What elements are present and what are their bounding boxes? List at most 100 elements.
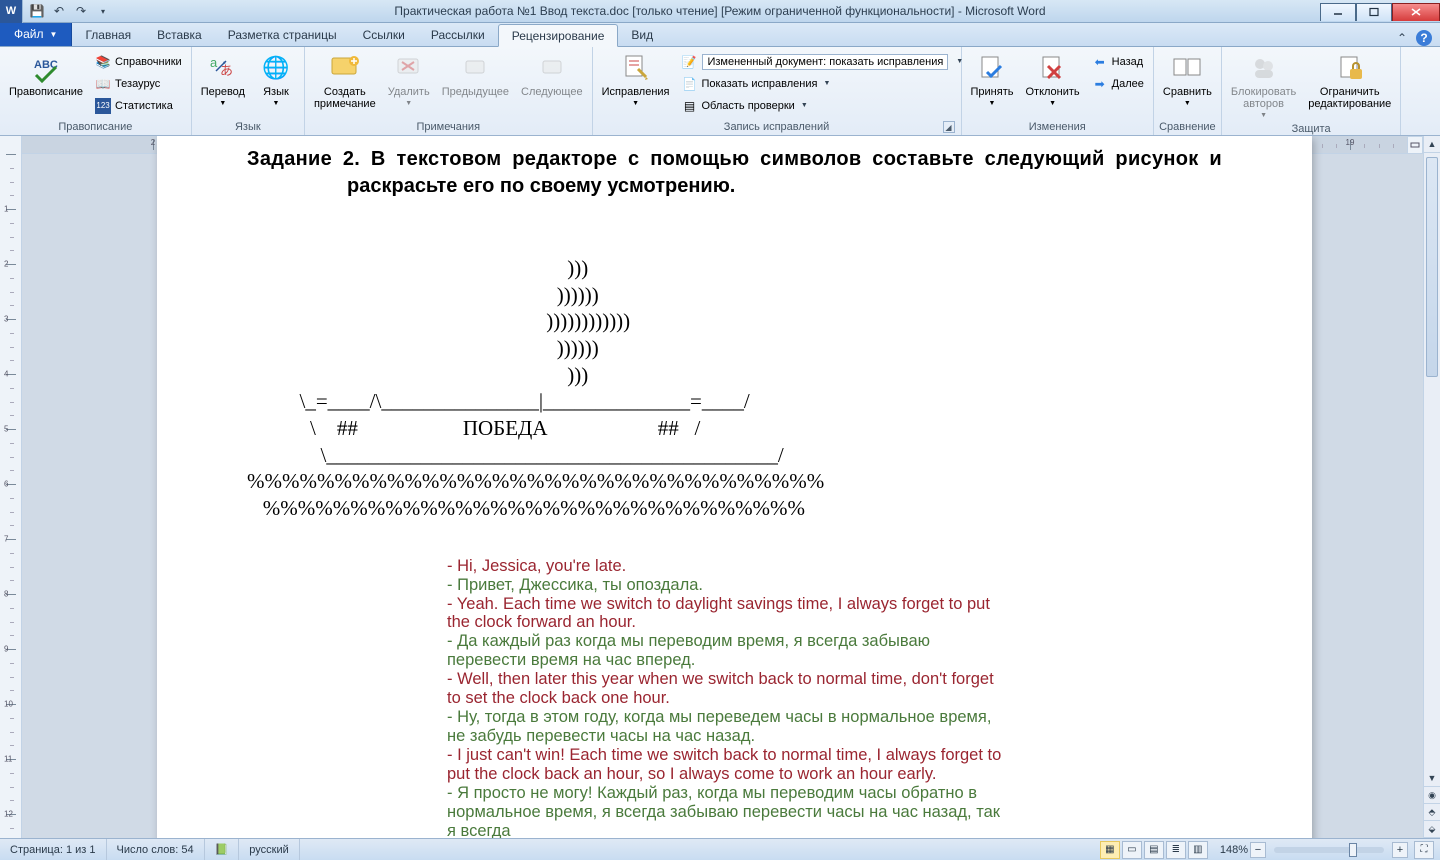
block-authors-label: Блокировать авторов <box>1231 86 1296 110</box>
file-tab-label: Файл <box>14 27 44 41</box>
status-language[interactable]: русский <box>239 839 299 860</box>
restrict-icon <box>1334 52 1366 84</box>
zoom-percent[interactable]: 148% <box>1220 844 1248 856</box>
view-fullscreen-button[interactable]: ▭ <box>1122 841 1142 859</box>
zoom-slider[interactable] <box>1274 847 1384 853</box>
tab-рецензирование[interactable]: Рецензирование <box>498 24 619 47</box>
next-change-button[interactable]: ➡Далее <box>1087 73 1149 94</box>
compare-label: Сравнить <box>1163 86 1212 98</box>
tab-вид[interactable]: Вид <box>618 23 666 46</box>
translate-button[interactable]: aあ Перевод▼ <box>196 49 250 111</box>
reviewing-pane-label: Область проверки <box>702 100 795 112</box>
reviewing-pane-icon: ▤ <box>682 98 698 114</box>
research-label: Справочники <box>115 56 182 68</box>
titlebar: W 💾 ↶ ↷ ▾ Практическая работа №1 Ввод те… <box>0 0 1440 23</box>
tab-рассылки[interactable]: Рассылки <box>418 23 498 46</box>
accept-label: Принять <box>971 86 1014 98</box>
language-label: Язык <box>263 86 289 98</box>
thesaurus-icon: 📖 <box>95 76 111 92</box>
scroll-up-button[interactable]: ▲ <box>1424 136 1440 153</box>
reviewing-pane-button[interactable]: ▤Область проверки▼ <box>677 95 957 116</box>
help-button[interactable]: ? <box>1416 30 1432 46</box>
scroll-down-button[interactable]: ▼ <box>1424 770 1440 787</box>
compare-button[interactable]: Сравнить▼ <box>1158 49 1217 111</box>
scroll-track[interactable] <box>1424 153 1440 770</box>
show-markup-button[interactable]: 📄Показать исправления▼ <box>677 73 957 94</box>
minimize-ribbon-button[interactable]: ⌃ <box>1394 30 1410 46</box>
group-protect: Блокировать авторов▼ Ограничить редактир… <box>1222 47 1401 135</box>
ruler-toggle-button[interactable] <box>1407 136 1423 154</box>
restrict-editing-button[interactable]: Ограничить редактирование <box>1303 49 1396 113</box>
quick-access-toolbar: 💾 ↶ ↷ ▾ <box>23 1 117 21</box>
qat-redo-button[interactable]: ↷ <box>71 1 91 21</box>
research-button[interactable]: 📚Справочники <box>90 51 187 72</box>
language-button[interactable]: 🌐 Язык▼ <box>252 49 300 111</box>
thesaurus-label: Тезаурус <box>115 78 160 90</box>
file-tab[interactable]: Файл▼ <box>0 22 72 46</box>
document-area: 1234567891011121314 L 211234567891011121… <box>0 136 1440 838</box>
close-button[interactable] <box>1392 3 1440 21</box>
accept-button[interactable]: Принять▼ <box>966 49 1019 111</box>
reject-button[interactable]: Отклонить▼ <box>1020 49 1084 111</box>
document-page[interactable]: Задание 2. В текстовом редакторе с помощ… <box>157 136 1312 838</box>
track-changes-button[interactable]: Исправления▼ <box>597 49 675 111</box>
status-page[interactable]: Страница: 1 из 1 <box>0 839 107 860</box>
zoom-out-button[interactable]: − <box>1250 842 1266 858</box>
document-viewport: L 2112345678910111213141516171819 Задани… <box>22 136 1423 838</box>
accept-icon <box>976 52 1008 84</box>
ascii-art: ))) )))))) )))))))))))) ) <box>247 255 1222 522</box>
group-tracking-label: Запись исправлений◢ <box>597 119 957 135</box>
view-print-layout-button[interactable]: ▦ <box>1100 841 1120 859</box>
minimize-button[interactable] <box>1320 3 1356 21</box>
view-web-button[interactable]: ▤ <box>1144 841 1164 859</box>
wordcount-label: Статистика <box>115 100 173 112</box>
dialogue-line: - Yeah. Each time we switch to daylight … <box>447 595 1007 633</box>
tab-главная[interactable]: Главная <box>72 23 144 46</box>
prev-change-button[interactable]: ⬅Назад <box>1087 51 1149 72</box>
status-bar: Страница: 1 из 1 Число слов: 54 📗 русски… <box>0 838 1440 860</box>
tracking-launcher[interactable]: ◢ <box>943 121 955 133</box>
wordcount-button[interactable]: 123Статистика <box>90 95 187 116</box>
spellcheck-icon: ABC <box>30 52 62 84</box>
scroll-thumb[interactable] <box>1426 157 1438 377</box>
ribbon-tabs: Файл▼ ГлавнаяВставкаРазметка страницыСсы… <box>0 23 1440 47</box>
qat-customize-button[interactable]: ▾ <box>93 1 113 21</box>
tab-ссылки[interactable]: Ссылки <box>350 23 418 46</box>
group-changes: Принять▼ Отклонить▼ ⬅Назад ➡Далее Измене… <box>962 47 1154 135</box>
next-page-button[interactable]: ⬙ <box>1424 821 1440 838</box>
maximize-button[interactable] <box>1356 3 1392 21</box>
prev-page-button[interactable]: ⬘ <box>1424 804 1440 821</box>
zoom-in-button[interactable]: + <box>1392 842 1408 858</box>
qat-undo-button[interactable]: ↶ <box>49 1 69 21</box>
group-protect-label: Защита <box>1226 123 1396 135</box>
view-draft-button[interactable]: ▥ <box>1188 841 1208 859</box>
group-language: aあ Перевод▼ 🌐 Язык▼ Язык <box>192 47 305 135</box>
compare-icon <box>1171 52 1203 84</box>
task-heading-l2: раскрасьте его по своему усмотрению. <box>247 173 1222 200</box>
zoom-slider-knob[interactable] <box>1349 843 1357 857</box>
view-outline-button[interactable]: ≣ <box>1166 841 1186 859</box>
book-check-icon: 📗 <box>215 843 229 856</box>
dialogue-block: - Hi, Jessica, you're late.- Привет, Дже… <box>447 557 1007 838</box>
block-authors-icon <box>1248 52 1280 84</box>
display-for-review-dropdown[interactable]: 📝 Измененный документ: показать исправле… <box>677 51 957 72</box>
spelling-label: Правописание <box>9 86 83 98</box>
titlebar-help-cluster: ⌃ ? <box>1394 30 1440 46</box>
status-wordcount[interactable]: Число слов: 54 <box>107 839 205 860</box>
tab-вставка[interactable]: Вставка <box>144 23 215 46</box>
track-changes-label: Исправления <box>602 86 670 98</box>
delete-comment-button: Удалить▼ <box>383 49 435 111</box>
group-proofing-label: Правописание <box>4 119 187 135</box>
status-proofing-icon[interactable]: 📗 <box>205 839 240 860</box>
next-arrow-icon: ➡ <box>1092 76 1108 92</box>
qat-save-button[interactable]: 💾 <box>27 1 47 21</box>
tab-разметка-страницы[interactable]: Разметка страницы <box>215 23 350 46</box>
show-markup-icon: 📄 <box>682 76 698 92</box>
window-title: Практическая работа №1 Ввод текста.doc [… <box>0 4 1440 18</box>
spelling-button[interactable]: ABC Правописание <box>4 49 88 101</box>
fit-width-button[interactable]: ⛶ <box>1414 841 1434 859</box>
browse-object-button[interactable]: ◉ <box>1424 787 1440 804</box>
thesaurus-button[interactable]: 📖 Тезаурус <box>90 73 187 94</box>
dialogue-line: - Hi, Jessica, you're late. <box>447 557 1007 576</box>
new-comment-button[interactable]: Создать примечание <box>309 49 381 113</box>
